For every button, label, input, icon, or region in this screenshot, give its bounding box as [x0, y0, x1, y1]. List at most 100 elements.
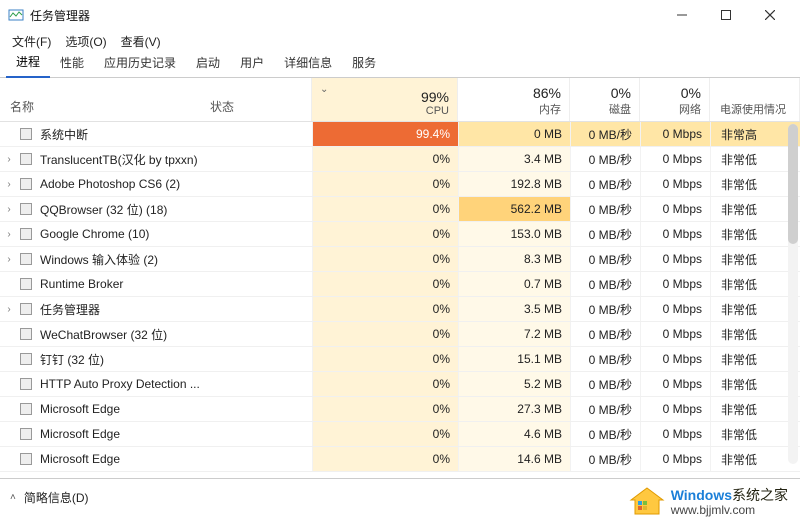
- process-name-cell: Microsoft Edge: [0, 397, 312, 421]
- cpu-cell: 0%: [312, 322, 458, 346]
- process-icon: [18, 128, 34, 140]
- process-row[interactable]: ›Windows 输入体验 (2)0%8.3 MB0 MB/秒0 Mbps非常低: [0, 247, 800, 272]
- expand-toggle[interactable]: ›: [0, 229, 18, 240]
- process-row[interactable]: ›Adobe Photoshop CS6 (2)0%192.8 MB0 MB/秒…: [0, 172, 800, 197]
- header-cpu[interactable]: ⌄ 99% CPU: [312, 78, 458, 121]
- process-name-cell: ›Windows 输入体验 (2): [0, 247, 312, 271]
- process-icon: [18, 328, 34, 340]
- house-icon: [629, 486, 665, 516]
- header-memory[interactable]: 86% 内存: [458, 78, 570, 121]
- disk-cell: 0 MB/秒: [570, 347, 640, 371]
- tab-processes[interactable]: 进程: [6, 49, 50, 78]
- process-row[interactable]: 钉钉 (32 位)0%15.1 MB0 MB/秒0 Mbps非常低: [0, 347, 800, 372]
- disk-cell: 0 MB/秒: [570, 297, 640, 321]
- memory-cell: 7.2 MB: [458, 322, 570, 346]
- cpu-cell: 0%: [312, 172, 458, 196]
- process-row[interactable]: Runtime Broker0%0.7 MB0 MB/秒0 Mbps非常低: [0, 272, 800, 297]
- process-row[interactable]: WeChatBrowser (32 位)0%7.2 MB0 MB/秒0 Mbps…: [0, 322, 800, 347]
- maximize-button[interactable]: [704, 0, 748, 30]
- process-row[interactable]: ›Google Chrome (10)0%153.0 MB0 MB/秒0 Mbp…: [0, 222, 800, 247]
- cpu-cell: 0%: [312, 372, 458, 396]
- header-mem-percent: 86%: [533, 85, 561, 101]
- expand-toggle[interactable]: ›: [0, 304, 18, 315]
- expand-toggle[interactable]: ›: [0, 179, 18, 190]
- memory-cell: 3.5 MB: [458, 297, 570, 321]
- network-cell: 0 Mbps: [640, 297, 710, 321]
- network-cell: 0 Mbps: [640, 397, 710, 421]
- memory-cell: 15.1 MB: [458, 347, 570, 371]
- header-disk-percent: 0%: [611, 85, 631, 101]
- process-row[interactable]: Microsoft Edge0%27.3 MB0 MB/秒0 Mbps非常低: [0, 397, 800, 422]
- menu-view[interactable]: 查看(V): [117, 31, 165, 52]
- scrollbar-thumb[interactable]: [788, 124, 798, 244]
- menu-options[interactable]: 选项(O): [61, 31, 110, 52]
- network-cell: 0 Mbps: [640, 122, 710, 146]
- process-row[interactable]: 系统中断99.4%0 MB0 MB/秒0 Mbps非常高: [0, 122, 800, 147]
- cpu-cell: 0%: [312, 422, 458, 446]
- tab-details[interactable]: 详细信息: [274, 50, 342, 77]
- process-row[interactable]: HTTP Auto Proxy Detection ...0%5.2 MB0 M…: [0, 372, 800, 397]
- sort-indicator-icon: ⌄: [320, 84, 328, 95]
- process-row[interactable]: Microsoft Edge0%4.6 MB0 MB/秒0 Mbps非常低: [0, 422, 800, 447]
- cpu-cell: 0%: [312, 297, 458, 321]
- disk-cell: 0 MB/秒: [570, 172, 640, 196]
- tab-startup[interactable]: 启动: [186, 50, 230, 77]
- memory-cell: 3.4 MB: [458, 147, 570, 171]
- header-cpu-percent: 99%: [421, 89, 449, 105]
- watermark-text: Windows系统之家 www.bjjmlv.com: [671, 485, 788, 517]
- power-cell: 非常高: [710, 122, 800, 146]
- disk-cell: 0 MB/秒: [570, 397, 640, 421]
- cpu-cell: 0%: [312, 272, 458, 296]
- disk-cell: 0 MB/秒: [570, 222, 640, 246]
- close-button[interactable]: [748, 0, 792, 30]
- process-name-cell: › Adobe Photoshop CS6 (2): [0, 172, 312, 196]
- expand-toggle[interactable]: ›: [0, 154, 18, 165]
- process-name: Adobe Photoshop CS6 (2): [34, 177, 312, 191]
- brief-info-toggle[interactable]: 简略信息(D): [24, 489, 89, 506]
- minimize-button[interactable]: [660, 0, 704, 30]
- power-cell: 非常低: [710, 172, 800, 196]
- memory-cell: 4.6 MB: [458, 422, 570, 446]
- process-name: Microsoft Edge: [34, 427, 312, 441]
- network-cell: 0 Mbps: [640, 172, 710, 196]
- header-disk[interactable]: 0% 磁盘: [570, 78, 640, 121]
- process-row[interactable]: Microsoft Edge0%14.6 MB0 MB/秒0 Mbps非常低: [0, 447, 800, 472]
- process-name-cell: 钉钉 (32 位): [0, 347, 312, 371]
- watermark-brand1: Windows: [671, 487, 732, 503]
- power-cell: 非常低: [710, 147, 800, 171]
- watermark: Windows系统之家 www.bjjmlv.com: [621, 481, 796, 521]
- chevron-up-icon[interactable]: ˄: [10, 492, 16, 503]
- network-cell: 0 Mbps: [640, 272, 710, 296]
- process-row[interactable]: ›QQBrowser (32 位) (18)0%562.2 MB0 MB/秒0 …: [0, 197, 800, 222]
- header-mem-label: 内存: [539, 101, 561, 117]
- header-network[interactable]: 0% 网络: [640, 78, 710, 121]
- disk-cell: 0 MB/秒: [570, 447, 640, 471]
- network-cell: 0 Mbps: [640, 222, 710, 246]
- header-status[interactable]: 状态: [206, 78, 312, 121]
- vertical-scrollbar[interactable]: [788, 124, 798, 464]
- tab-apphistory[interactable]: 应用历史记录: [94, 50, 186, 77]
- cpu-cell: 0%: [312, 247, 458, 271]
- process-icon: [18, 228, 34, 240]
- expand-toggle[interactable]: ›: [0, 204, 18, 215]
- disk-cell: 0 MB/秒: [570, 247, 640, 271]
- header-power[interactable]: 电源使用情况: [710, 78, 800, 121]
- power-cell: 非常低: [710, 272, 800, 296]
- process-list: 系统中断99.4%0 MB0 MB/秒0 Mbps非常高›Translucent…: [0, 122, 800, 472]
- tab-performance[interactable]: 性能: [50, 50, 94, 77]
- process-row[interactable]: ›任务管理器0%3.5 MB0 MB/秒0 Mbps非常低: [0, 297, 800, 322]
- tab-services[interactable]: 服务: [342, 50, 386, 77]
- watermark-brand2: 系统之家: [732, 487, 788, 503]
- header-name[interactable]: 名称: [0, 78, 206, 121]
- header-net-label: 网络: [679, 101, 701, 117]
- header-net-percent: 0%: [681, 85, 701, 101]
- process-name: QQBrowser (32 位) (18): [34, 201, 312, 218]
- process-icon: [18, 178, 34, 190]
- expand-toggle[interactable]: ›: [0, 254, 18, 265]
- process-icon: [18, 378, 34, 390]
- cpu-cell: 99.4%: [312, 122, 458, 146]
- tab-users[interactable]: 用户: [230, 50, 274, 77]
- process-row[interactable]: ›TranslucentTB(汉化 by tpxxn)0%3.4 MB0 MB/…: [0, 147, 800, 172]
- memory-cell: 0 MB: [458, 122, 570, 146]
- network-cell: 0 Mbps: [640, 247, 710, 271]
